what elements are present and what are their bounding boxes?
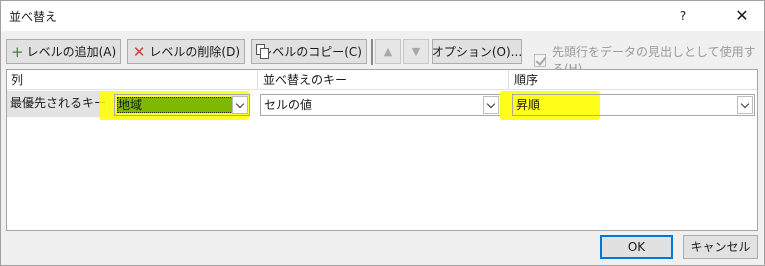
cancel-button[interactable]: キャンセル [683,235,758,259]
close-button[interactable]: ✕ [728,4,756,28]
sort-on-value: セルの値 [264,98,313,112]
sort-dialog: 並べ替え ? ✕ + レベルの追加(A) ✕ レベルの削除(D) レベルのコピー… [0,0,765,266]
sort-on-header: 並べ替えのキー [259,70,509,90]
add-level-button[interactable]: + レベルの追加(A) [6,39,121,64]
chevron-down-icon[interactable] [232,96,248,114]
ok-button[interactable]: OK [600,235,673,259]
title-bar: 並べ替え ? ✕ [1,1,764,31]
toolbar-separator [371,39,373,65]
column-header: 列 [7,70,258,90]
sort-on-select[interactable]: セルの値 [260,94,501,116]
arrow-down-icon: ▼ [411,45,421,58]
options-button[interactable]: オプション(O)... [432,39,522,64]
move-down-button[interactable]: ▼ [403,39,429,64]
copy-level-button[interactable]: レベルのコピー(C) [251,39,367,64]
move-up-button[interactable]: ▲ [375,39,401,64]
chevron-down-icon[interactable] [737,96,753,114]
copy-level-label: レベルのコピー(C) [260,45,362,59]
add-level-label: レベルの追加(A) [26,45,117,59]
chevron-down-icon[interactable] [483,96,499,114]
order-value: 昇順 [516,98,541,112]
delete-level-button[interactable]: ✕ レベルの削除(D) [127,39,245,64]
plus-icon: + [11,42,24,61]
help-button[interactable]: ? [672,4,694,28]
sort-levels-grid: 列 並べ替えのキー 順序 最優先されるキー 地域 セルの値 昇順 [6,69,758,231]
has-headers-checkbox[interactable] [534,53,546,67]
copy-icon [256,43,269,60]
dialog-title: 並べ替え [9,10,58,24]
order-header: 順序 [510,70,757,90]
column-select[interactable]: 地域 [114,94,250,116]
options-label: オプション(O)... [431,45,523,59]
column-value: 地域 [118,98,143,112]
delete-level-label: レベルの削除(D) [149,45,240,59]
order-select[interactable]: 昇順 [512,94,755,116]
arrow-up-icon: ▲ [383,45,393,58]
delete-x-icon: ✕ [132,42,146,61]
level-row-label[interactable]: 最優先されるキー [7,91,111,117]
